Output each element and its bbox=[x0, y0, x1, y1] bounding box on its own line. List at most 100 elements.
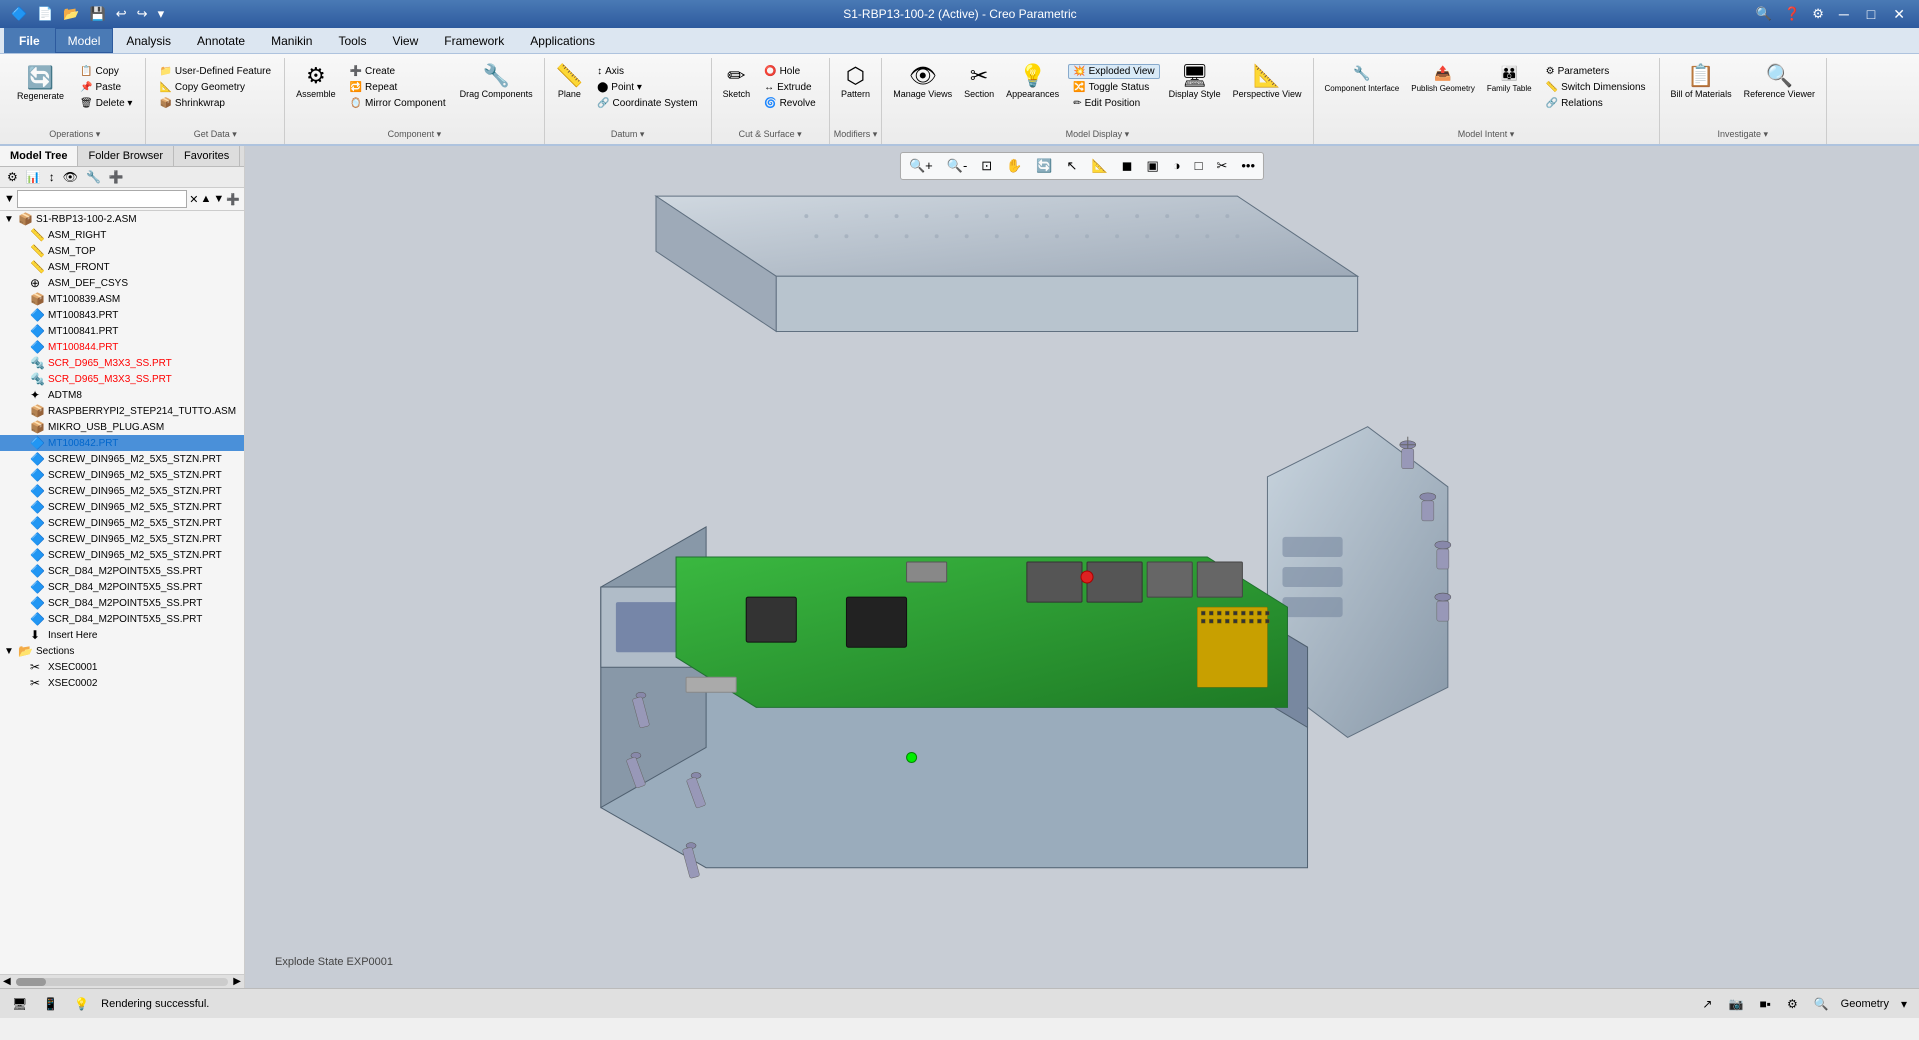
menu-analysis[interactable]: Analysis bbox=[113, 28, 184, 53]
coord-system-btn[interactable]: 🔗Coordinate System bbox=[592, 96, 703, 111]
view-orient-btn[interactable]: 📐 bbox=[1085, 155, 1113, 177]
settings-icon[interactable]: ⚙ bbox=[1809, 4, 1827, 24]
tree-item-mt100843[interactable]: 🔷MT100843.PRT bbox=[0, 307, 244, 323]
zoom-out-btn[interactable]: 🔍- bbox=[941, 155, 974, 177]
tree-item-scr_d965_2[interactable]: 🔩SCR_D965_M3X3_SS.PRT bbox=[0, 371, 244, 387]
repeat-btn[interactable]: 🔁Repeat bbox=[345, 80, 451, 95]
redo-btn[interactable]: ↪ bbox=[134, 4, 151, 24]
section-btn[interactable]: ✂ Section bbox=[959, 62, 999, 102]
search-icon[interactable]: 🔍 bbox=[1753, 4, 1775, 24]
drag-components-btn[interactable]: 🔧 Drag Components bbox=[455, 62, 538, 102]
tree-item-screw_din2[interactable]: 🔷SCREW_DIN965_M2_5X5_STZN.PRT bbox=[0, 467, 244, 483]
tree-item-xsec0002[interactable]: ✂XSEC0002 bbox=[0, 675, 244, 691]
menu-manikin[interactable]: Manikin bbox=[258, 28, 325, 53]
select-btn[interactable]: ↖ bbox=[1061, 155, 1084, 177]
menu-file[interactable]: File bbox=[4, 28, 55, 53]
menu-annotate[interactable]: Annotate bbox=[184, 28, 258, 53]
tree-item-scr_d84_2[interactable]: 🔷SCR_D84_M2POINT5X5_SS.PRT bbox=[0, 579, 244, 595]
open-btn[interactable]: 📂 bbox=[60, 4, 82, 24]
assemble-btn[interactable]: ⚙ Assemble bbox=[291, 62, 341, 102]
status-view-btn-1[interactable]: ↗ bbox=[1698, 995, 1716, 1013]
pan-btn[interactable]: ✋ bbox=[1000, 155, 1028, 177]
tree-item-micro_usb[interactable]: 📦MIKRO_USB_PLUG.ASM bbox=[0, 419, 244, 435]
tree-item-root[interactable]: ▼📦S1-RBP13-100-2.ASM bbox=[0, 211, 244, 227]
display-quality-btn[interactable]: ■▪ bbox=[1755, 995, 1775, 1013]
tree-item-screw_din7[interactable]: 🔷SCREW_DIN965_M2_5X5_STZN.PRT bbox=[0, 547, 244, 563]
scroll-thumb[interactable] bbox=[16, 978, 46, 986]
tree-item-asm_top[interactable]: 📏ASM_TOP bbox=[0, 243, 244, 259]
family-table-btn[interactable]: 👪 Family Table bbox=[1482, 62, 1537, 96]
close-btn[interactable]: ✕ bbox=[1887, 4, 1911, 25]
tab-model-tree[interactable]: Model Tree bbox=[0, 146, 78, 166]
tree-item-screw_din1[interactable]: 🔷SCREW_DIN965_M2_5X5_STZN.PRT bbox=[0, 451, 244, 467]
qa-more[interactable]: ▾ bbox=[155, 4, 168, 24]
manage-views-btn[interactable]: 👁 Manage Views bbox=[888, 62, 957, 102]
tree-item-scr_d84_3[interactable]: 🔷SCR_D84_M2POINT5X5_SS.PRT bbox=[0, 595, 244, 611]
axis-btn[interactable]: ↕Axis bbox=[592, 64, 703, 79]
clip-btn[interactable]: ✂ bbox=[1210, 155, 1233, 177]
help-icon[interactable]: ❓ bbox=[1781, 4, 1803, 24]
tree-item-raspberry[interactable]: 📦RASPBERRYPI2_STEP214_TUTTO.ASM bbox=[0, 403, 244, 419]
tree-add-btn[interactable]: ➕ bbox=[106, 169, 127, 185]
hidden-lines-btn[interactable]: ▣ bbox=[1140, 155, 1164, 177]
user-defined-feature-btn[interactable]: 📁User-Defined Feature bbox=[154, 64, 276, 79]
point-btn[interactable]: ⬤Point ▾ bbox=[592, 80, 703, 95]
tree-sort-btn[interactable]: ↕ bbox=[46, 169, 58, 185]
parameters-btn[interactable]: ⚙Parameters bbox=[1541, 64, 1651, 79]
save-btn[interactable]: 💾 bbox=[87, 4, 109, 24]
mirror-component-btn[interactable]: 🪞Mirror Component bbox=[345, 96, 451, 111]
viewport[interactable]: 🔍+ 🔍- ⊡ ✋ 🔄 ↖ 📐 ◼ ▣ ◑ □ ✂ ••• bbox=[245, 146, 1919, 988]
tree-item-sections[interactable]: ▼📂Sections bbox=[0, 643, 244, 659]
minimize-btn[interactable]: ─ bbox=[1833, 4, 1855, 24]
menu-view[interactable]: View bbox=[379, 28, 431, 53]
zoom-fit-btn[interactable]: ⊡ bbox=[975, 155, 998, 177]
display-mode-btn[interactable]: ◼ bbox=[1116, 155, 1139, 177]
status-icon-3[interactable]: 💡 bbox=[70, 995, 93, 1013]
tree-item-asm_front[interactable]: 📏ASM_FRONT bbox=[0, 259, 244, 275]
status-icon-2[interactable]: 📱 bbox=[39, 995, 62, 1013]
component-interface-btn[interactable]: 🔧 Component Interface bbox=[1320, 62, 1405, 96]
delete-btn[interactable]: 🗑Delete ▾ bbox=[75, 96, 137, 111]
reference-viewer-btn[interactable]: 🔍 Reference Viewer bbox=[1739, 62, 1820, 102]
menu-tools[interactable]: Tools bbox=[325, 28, 379, 53]
tree-expand-btn[interactable]: 📊 bbox=[23, 169, 44, 185]
menu-applications[interactable]: Applications bbox=[517, 28, 608, 53]
tree-item-scr_d965_1[interactable]: 🔩SCR_D965_M3X3_SS.PRT bbox=[0, 355, 244, 371]
bill-of-materials-btn[interactable]: 📋 Bill of Materials bbox=[1666, 62, 1737, 102]
tree-item-screw_din6[interactable]: 🔷SCREW_DIN965_M2_5X5_STZN.PRT bbox=[0, 531, 244, 547]
view-mode-dropdown[interactable]: ▾ bbox=[1897, 995, 1911, 1013]
shrinkwrap-btn[interactable]: 📦Shrinkwrap bbox=[154, 96, 276, 111]
toggle-status-btn[interactable]: 🔀Toggle Status bbox=[1068, 80, 1159, 95]
hole-btn[interactable]: ⭕Hole bbox=[759, 64, 821, 79]
tab-folder-browser[interactable]: Folder Browser bbox=[78, 146, 174, 166]
relations-btn[interactable]: 🔗Relations bbox=[1541, 96, 1651, 111]
tree-item-asm_def_csys[interactable]: ⊕ASM_DEF_CSYS bbox=[0, 275, 244, 291]
tree-item-screw_din4[interactable]: 🔷SCREW_DIN965_M2_5X5_STZN.PRT bbox=[0, 499, 244, 515]
tree-item-mt100844[interactable]: 🔷MT100844.PRT bbox=[0, 339, 244, 355]
tree-item-scr_d84_1[interactable]: 🔷SCR_D84_M2POINT5X5_SS.PRT bbox=[0, 563, 244, 579]
undo-btn[interactable]: ↩ bbox=[113, 4, 130, 24]
status-view-btn-2[interactable]: 📷 bbox=[1724, 995, 1747, 1013]
filter-down-btn[interactable]: ▼ bbox=[213, 193, 224, 205]
tree-item-insert_here[interactable]: ⬇Insert Here bbox=[0, 627, 244, 643]
tab-favorites[interactable]: Favorites bbox=[174, 146, 240, 166]
more-view-btn[interactable]: ••• bbox=[1235, 155, 1261, 177]
status-icon-1[interactable]: 🖥 bbox=[8, 995, 31, 1013]
pattern-btn[interactable]: ⬡ Pattern bbox=[836, 62, 875, 102]
tree-item-mt100842[interactable]: 🔷MT100842.PRT bbox=[0, 435, 244, 451]
tree-horizontal-scrollbar[interactable]: ◀ ▶ bbox=[0, 974, 244, 988]
tree-item-mt100839[interactable]: 📦MT100839.ASM bbox=[0, 291, 244, 307]
regenerate-btn[interactable]: 🔄 Regenerate bbox=[12, 64, 69, 104]
menu-model[interactable]: Model bbox=[55, 28, 114, 53]
menu-framework[interactable]: Framework bbox=[431, 28, 517, 53]
tree-item-scr_d84_4[interactable]: 🔷SCR_D84_M2POINT5X5_SS.PRT bbox=[0, 611, 244, 627]
edit-position-btn[interactable]: ✏Edit Position bbox=[1068, 96, 1159, 111]
copy-geometry-btn[interactable]: 📐Copy Geometry bbox=[154, 80, 276, 95]
create-btn[interactable]: ➕Create bbox=[345, 64, 451, 79]
tree-item-screw_din5[interactable]: 🔷SCREW_DIN965_M2_5X5_STZN.PRT bbox=[0, 515, 244, 531]
tree-item-asm_right[interactable]: 📏ASM_RIGHT bbox=[0, 227, 244, 243]
tree-search-input[interactable] bbox=[17, 190, 187, 208]
status-icon-5[interactable]: 🔍 bbox=[1810, 995, 1833, 1013]
expand-icon[interactable]: ▼ bbox=[4, 646, 18, 657]
paste-btn[interactable]: 📌Paste bbox=[75, 80, 137, 95]
